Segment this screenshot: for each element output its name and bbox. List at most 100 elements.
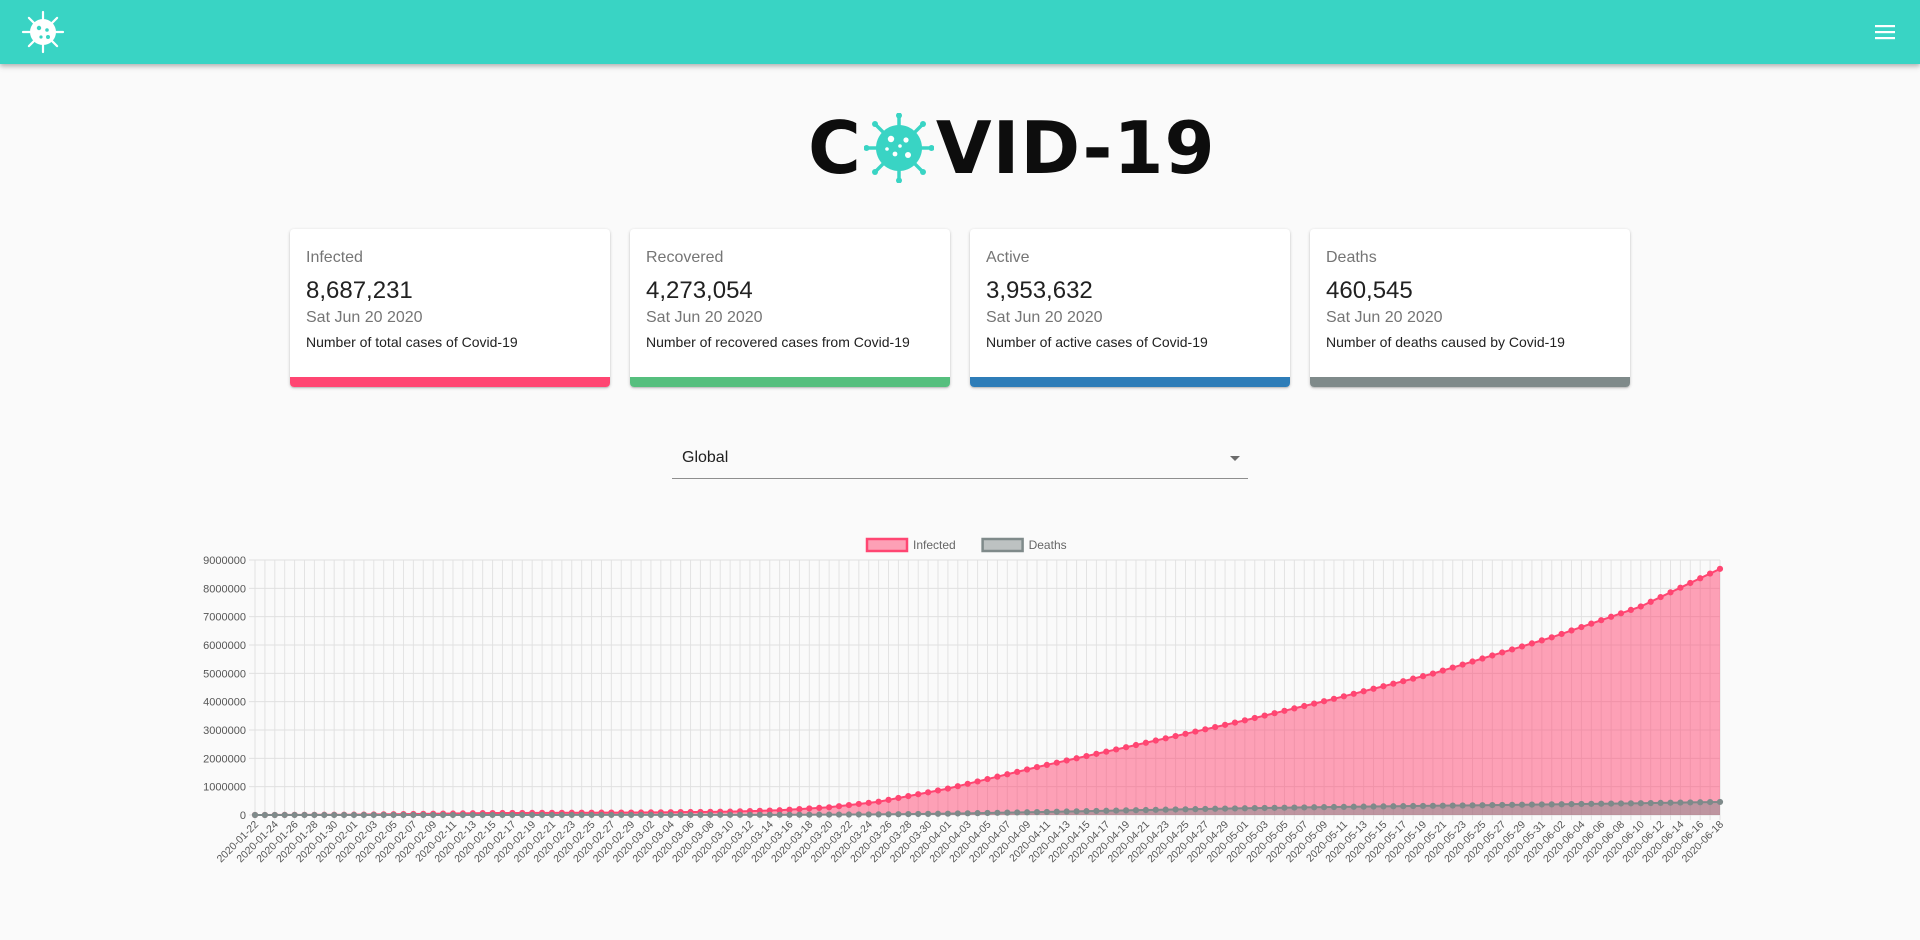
infected-data-point xyxy=(885,796,892,803)
deaths-data-point xyxy=(400,811,407,819)
infected-data-point xyxy=(1291,705,1298,712)
deaths-data-point xyxy=(251,811,259,819)
deaths-data-point xyxy=(1053,808,1060,815)
deaths-data-point xyxy=(311,811,318,819)
infected-data-point xyxy=(934,787,942,794)
deaths-data-point xyxy=(588,811,595,819)
deaths-data-point xyxy=(1598,800,1605,807)
card-title: Infected xyxy=(306,249,363,266)
dropdown-arrow-icon[interactable] xyxy=(1230,456,1240,461)
infected-data-point xyxy=(1479,655,1486,662)
infected-data-point xyxy=(1598,617,1605,624)
infected-data-point xyxy=(1320,698,1328,705)
deaths-data-point xyxy=(1132,807,1140,814)
infected-data-point xyxy=(1608,613,1615,620)
deaths-data-point xyxy=(331,811,338,819)
brand-text-vid19: VID-19 xyxy=(935,106,1216,190)
infected-data-point xyxy=(1538,637,1545,644)
deaths-data-point xyxy=(1509,801,1516,808)
infected-data-point xyxy=(796,805,803,813)
deaths-data-point xyxy=(865,811,872,818)
infected-data-point xyxy=(1271,710,1278,717)
deaths-data-point xyxy=(558,811,565,819)
deaths-data-point xyxy=(717,811,724,818)
country-select[interactable]: Global xyxy=(672,440,1248,479)
card-recovered: Recovered 4,273,054 Sat Jun 20 2020 Numb… xyxy=(630,229,950,387)
virus-logo-icon[interactable] xyxy=(20,9,66,55)
deaths-data-point xyxy=(469,811,476,819)
deaths-data-point xyxy=(875,811,882,818)
deaths-data-point xyxy=(1390,803,1397,810)
infected-data-point xyxy=(1023,766,1031,773)
country-select-value: Global xyxy=(682,449,729,466)
infected-data-point xyxy=(1202,726,1209,733)
deaths-data-point xyxy=(410,811,417,819)
deaths-data-point xyxy=(1113,807,1120,814)
deaths-data-point xyxy=(1093,807,1100,815)
card-color-bar xyxy=(630,377,950,387)
deaths-data-point xyxy=(1479,802,1486,809)
deaths-data-point xyxy=(915,810,922,818)
stat-cards: Infected 8,687,231 Sat Jun 20 2020 Numbe… xyxy=(290,229,1630,387)
card-title: Deaths xyxy=(1326,249,1377,266)
infected-data-point xyxy=(835,803,843,810)
infected-data-point xyxy=(816,804,823,811)
infected-data-point xyxy=(1043,761,1050,769)
deaths-data-point xyxy=(1033,809,1041,816)
deaths-data-point xyxy=(1528,801,1536,808)
deaths-data-point xyxy=(1548,801,1555,808)
deaths-data-point xyxy=(1261,804,1268,812)
infected-data-point xyxy=(1073,755,1080,762)
deaths-data-point xyxy=(1162,806,1169,813)
deaths-data-point xyxy=(1192,806,1199,813)
deaths-data-point xyxy=(420,811,427,819)
deaths-data-point xyxy=(548,811,556,819)
deaths-data-point xyxy=(1251,805,1258,812)
deaths-data-point xyxy=(598,811,605,819)
infected-data-point xyxy=(1647,598,1654,605)
infected-data-point xyxy=(1419,673,1427,680)
y-tick-label: 8000000 xyxy=(203,583,246,595)
infected-data-point xyxy=(1162,735,1169,742)
deaths-data-point xyxy=(1489,801,1496,809)
card-value: 3,953,632 xyxy=(986,277,1093,304)
deaths-data-point xyxy=(519,811,526,819)
deaths-data-point xyxy=(637,811,645,819)
hamburger-menu-icon[interactable] xyxy=(1872,19,1898,45)
deaths-data-point xyxy=(1330,803,1338,811)
brand-text-c: C xyxy=(808,106,862,190)
deaths-data-point xyxy=(1419,802,1427,810)
deaths-data-point xyxy=(1707,799,1714,806)
deaths-data-point xyxy=(281,811,288,819)
deaths-data-point xyxy=(1340,803,1347,810)
deaths-data-point xyxy=(1588,800,1595,807)
deaths-data-point xyxy=(934,810,942,817)
deaths-data-point xyxy=(1657,799,1664,806)
deaths-data-point xyxy=(885,811,892,818)
infected-data-point xyxy=(845,801,853,809)
deaths-data-point xyxy=(321,811,328,819)
deaths-data-point xyxy=(529,811,536,819)
deaths-data-point xyxy=(1568,801,1575,808)
deaths-data-point xyxy=(628,811,635,819)
deaths-data-point xyxy=(944,810,952,817)
infected-data-point xyxy=(1588,620,1595,627)
infected-data-point xyxy=(984,775,991,783)
y-tick-label: 5000000 xyxy=(203,668,246,680)
infected-data-point xyxy=(954,783,961,790)
deaths-data-point xyxy=(538,811,546,819)
infected-data-point xyxy=(1033,764,1041,771)
infected-data-point xyxy=(1083,752,1090,760)
deaths-data-point xyxy=(1518,801,1526,808)
deaths-data-point xyxy=(1212,805,1219,812)
deaths-data-point xyxy=(786,811,793,818)
infected-data-point xyxy=(855,800,862,808)
deaths-data-point xyxy=(360,811,367,819)
infected-data-point xyxy=(1707,570,1714,577)
infected-data-point xyxy=(1113,746,1120,753)
deaths-data-point xyxy=(736,811,744,818)
app-bar xyxy=(0,0,1920,64)
deaths-data-point xyxy=(1370,803,1377,810)
deaths-data-point xyxy=(1152,806,1159,813)
card-value: 460,545 xyxy=(1326,277,1413,304)
